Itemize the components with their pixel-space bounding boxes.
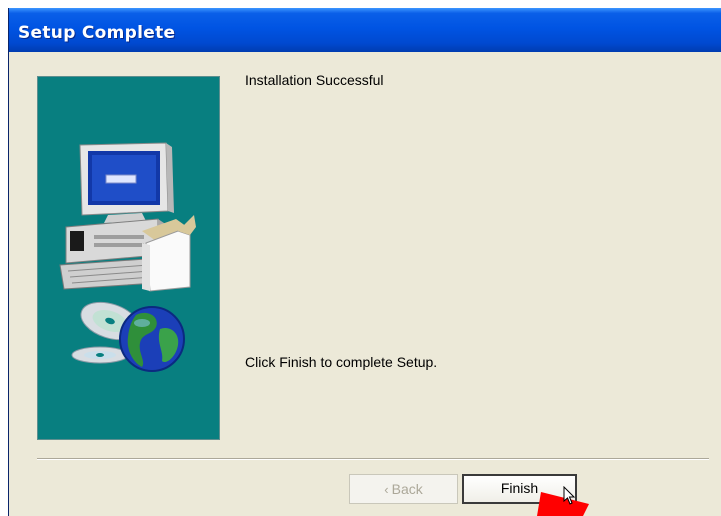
computer-globe-illustration: [59, 142, 196, 372]
mouse-cursor-icon: [563, 486, 576, 505]
monitor-icon: [79, 142, 174, 223]
finish-button-label: Finish: [500, 480, 539, 496]
finish-instruction: Click Finish to complete Setup.: [245, 354, 438, 370]
installation-status: Installation Successful: [245, 72, 384, 88]
button-divider: [37, 458, 709, 460]
setup-illustration-panel: [37, 76, 220, 440]
globe-icon: [119, 306, 185, 372]
setup-dialog: Setup Complete Installation Successful C…: [8, 8, 721, 516]
back-button-label: Back: [391, 481, 423, 497]
chevron-left-icon: ‹: [384, 481, 389, 497]
window-title: Setup Complete: [18, 23, 176, 43]
title-bar[interactable]: Setup Complete: [9, 8, 721, 52]
back-button: ‹ Back: [349, 474, 458, 504]
keyboard-icon: [59, 258, 157, 290]
